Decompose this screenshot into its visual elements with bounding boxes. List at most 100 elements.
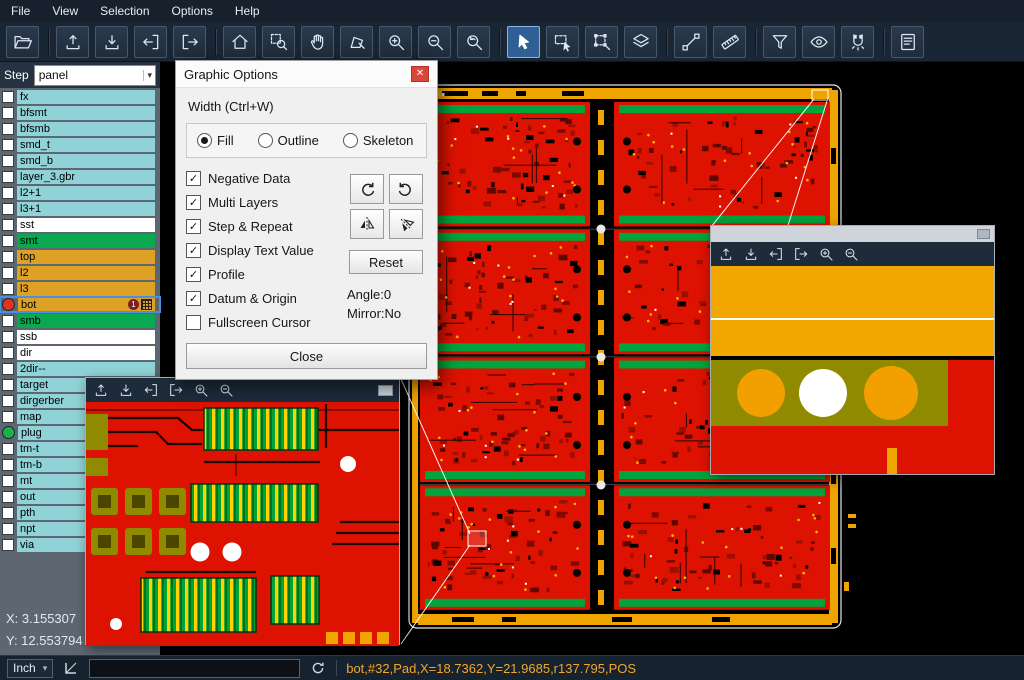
menu-help[interactable]: Help xyxy=(224,1,271,21)
layer-row-l3-1[interactable]: l3+1 xyxy=(0,201,160,216)
layer-checkbox[interactable] xyxy=(2,123,14,135)
rotate-ccw-button[interactable] xyxy=(389,174,423,204)
layer-row-l2-1[interactable]: l2+1 xyxy=(0,185,160,200)
close-button[interactable]: Close xyxy=(186,343,427,369)
layer-row-layer-3-gbr[interactable]: layer_3.gbr xyxy=(0,169,160,184)
layer-color-bar[interactable]: fx xyxy=(17,90,155,104)
window-menu-box[interactable] xyxy=(977,229,990,239)
magnifier-1-view[interactable] xyxy=(86,402,399,646)
layer-checkbox[interactable] xyxy=(2,155,14,167)
radio-skeleton[interactable]: Skeleton xyxy=(343,133,414,148)
checkbox-negative-data[interactable]: ✓Negative Data xyxy=(186,171,348,186)
transform-select-button[interactable] xyxy=(585,26,618,58)
layer-row-l3[interactable]: l3 xyxy=(0,281,160,296)
layer-checkbox[interactable] xyxy=(2,491,14,503)
menu-file[interactable]: File xyxy=(0,1,41,21)
menu-selection[interactable]: Selection xyxy=(89,1,160,21)
checkbox-step-repeat[interactable]: ✓Step & Repeat xyxy=(186,219,348,234)
layer-checkbox[interactable] xyxy=(2,507,14,519)
snap-magnet-button[interactable] xyxy=(841,26,874,58)
radio-fill[interactable]: Fill xyxy=(197,133,234,148)
apply-icon[interactable] xyxy=(309,659,327,677)
layer-checkbox[interactable] xyxy=(2,347,14,359)
command-input[interactable] xyxy=(89,659,300,678)
export-right-button[interactable] xyxy=(167,381,185,399)
select-arrow-button[interactable] xyxy=(507,26,540,58)
layer-row-bot[interactable]: bot1 xyxy=(0,297,160,312)
layer-color-bar[interactable]: bot1 xyxy=(18,298,155,312)
import-down-button[interactable] xyxy=(742,245,760,263)
layer-checkbox[interactable] xyxy=(2,459,14,471)
layer-checkbox[interactable] xyxy=(2,363,14,375)
layer-checkbox[interactable] xyxy=(2,443,14,455)
export-left-button[interactable] xyxy=(767,245,785,263)
import-up-button[interactable] xyxy=(56,26,89,58)
checkbox-fullscreen-cursor[interactable]: Fullscreen Cursor xyxy=(186,315,348,330)
layer-checkbox[interactable] xyxy=(2,283,14,295)
layer-checkbox[interactable] xyxy=(2,379,14,391)
polygon-draw-button[interactable] xyxy=(340,26,373,58)
layer-row-smd-t[interactable]: smd_t xyxy=(0,137,160,152)
layer-color-bar[interactable]: l2 xyxy=(17,266,155,280)
layer-checkbox[interactable] xyxy=(2,331,14,343)
unit-select[interactable]: Inch ▾ xyxy=(7,659,53,678)
rotate-cw-button[interactable] xyxy=(350,174,384,204)
layer-row-sst[interactable]: sst xyxy=(0,217,160,232)
zoom-out-button[interactable] xyxy=(217,381,235,399)
reset-button[interactable]: Reset xyxy=(349,250,423,274)
layer-checkbox[interactable] xyxy=(2,139,14,151)
magnifier-2-titlebar[interactable] xyxy=(711,226,994,242)
layer-color-bar[interactable]: layer_3.gbr xyxy=(17,170,155,184)
layer-color-bar[interactable]: bfsmb xyxy=(17,122,155,136)
layer-row-fx[interactable]: fx xyxy=(0,89,160,104)
layer-color-bar[interactable]: sst xyxy=(17,218,155,232)
checkbox-profile[interactable]: ✓Profile xyxy=(186,267,348,282)
layer-checkbox[interactable] xyxy=(2,395,14,407)
layer-row-bfsmb[interactable]: bfsmb xyxy=(0,121,160,136)
layer-checkbox[interactable] xyxy=(2,251,14,263)
zoom-previous-button[interactable] xyxy=(457,26,490,58)
layer-color-bar[interactable]: 2dir-- xyxy=(17,362,155,376)
dialog-titlebar[interactable]: Graphic Options ✕ xyxy=(176,61,437,88)
layer-checkbox[interactable] xyxy=(2,219,14,231)
report-list-button[interactable] xyxy=(891,26,924,58)
layer-color-bar[interactable]: smb xyxy=(17,314,155,328)
layer-color-bar[interactable]: smd_t xyxy=(17,138,155,152)
layer-color-bar[interactable]: dir xyxy=(17,346,155,360)
layer-checkbox[interactable] xyxy=(2,187,14,199)
export-right-button[interactable] xyxy=(173,26,206,58)
layer-checkbox[interactable] xyxy=(2,91,14,103)
zoom-out-button[interactable] xyxy=(418,26,451,58)
ruler-button[interactable] xyxy=(713,26,746,58)
layer-row-dir[interactable]: dir xyxy=(0,345,160,360)
layer-row-bfsmt[interactable]: bfsmt xyxy=(0,105,160,120)
import-up-button[interactable] xyxy=(717,245,735,263)
pan-hand-button[interactable] xyxy=(301,26,334,58)
eye-view-button[interactable] xyxy=(802,26,835,58)
export-left-button[interactable] xyxy=(134,26,167,58)
layer-row-smd-b[interactable]: smd_b xyxy=(0,153,160,168)
zoom-in-button[interactable] xyxy=(192,381,210,399)
layer-state-indicator[interactable] xyxy=(2,426,15,439)
dialog-close-button[interactable]: ✕ xyxy=(411,66,429,82)
layer-checkbox[interactable] xyxy=(2,315,14,327)
zoom-in-button[interactable] xyxy=(817,245,835,263)
magnifier-2-view[interactable] xyxy=(711,266,994,474)
layer-row-ssb[interactable]: ssb xyxy=(0,329,160,344)
filter-funnel-button[interactable] xyxy=(763,26,796,58)
mirror-horizontal-button[interactable] xyxy=(350,209,384,239)
layer-row-top[interactable]: top xyxy=(0,249,160,264)
layers-copy-button[interactable] xyxy=(624,26,657,58)
zoom-in-button[interactable] xyxy=(379,26,412,58)
checkbox-multi-layers[interactable]: ✓Multi Layers xyxy=(186,195,348,210)
window-menu-box[interactable] xyxy=(378,385,393,396)
layer-color-bar[interactable]: l3+1 xyxy=(17,202,155,216)
rect-select-button[interactable] xyxy=(546,26,579,58)
layer-row-smt[interactable]: smt xyxy=(0,233,160,248)
zoom-region-button[interactable] xyxy=(262,26,295,58)
layer-checkbox[interactable] xyxy=(2,539,14,551)
layer-row-2dir-[interactable]: 2dir-- xyxy=(0,361,160,376)
layer-checkbox[interactable] xyxy=(2,523,14,535)
export-right-button[interactable] xyxy=(792,245,810,263)
layer-checkbox[interactable] xyxy=(2,107,14,119)
